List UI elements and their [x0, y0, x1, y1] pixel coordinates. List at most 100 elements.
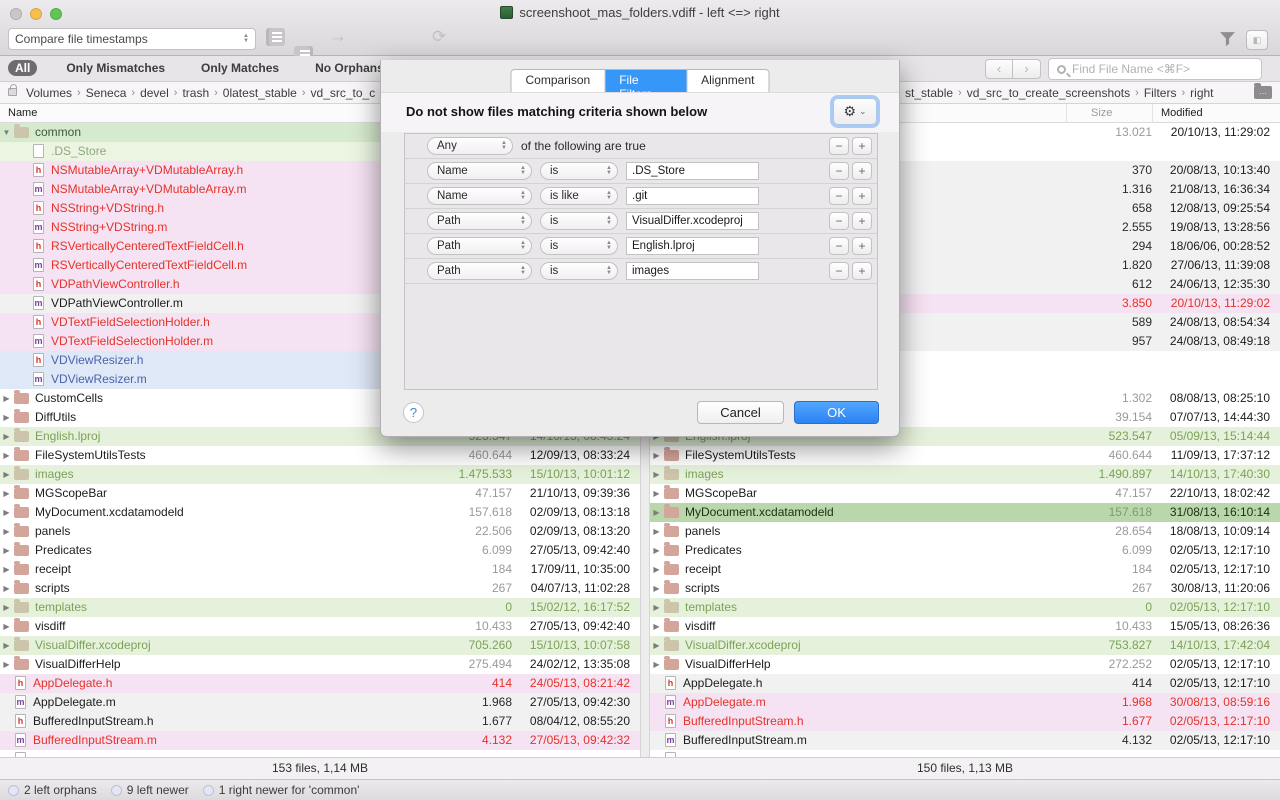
rule-operator-select[interactable]: is like▲▼: [540, 187, 618, 205]
combinator-select[interactable]: Any ▲▼: [427, 137, 513, 155]
help-button[interactable]: ?: [403, 402, 424, 423]
column-header-name[interactable]: Name: [0, 104, 436, 123]
disclosure-triangle-icon[interactable]: ▶: [650, 598, 663, 617]
file-row[interactable]: hBufferedInputStream.h1.67708/04/12, 08:…: [0, 712, 640, 731]
disclosure-triangle-icon[interactable]: ▶: [0, 446, 13, 465]
search-input[interactable]: Find File Name <⌘F>: [1048, 58, 1262, 80]
rule-operator-select[interactable]: is▲▼: [540, 162, 618, 180]
cancel-button[interactable]: Cancel: [697, 401, 784, 424]
disclosure-triangle-icon[interactable]: ▶: [650, 636, 663, 655]
compare-mode-select[interactable]: Compare file timestamps ▲▼: [8, 28, 256, 50]
file-row[interactable]: ▶MyDocument.xcdatamodeld157.61831/08/13,…: [650, 503, 1280, 522]
column-header-modified[interactable]: Modified: [1152, 104, 1270, 123]
file-row[interactable]: ▶templates015/02/12, 16:17:52: [0, 598, 640, 617]
scope-filter-all[interactable]: All: [8, 60, 37, 76]
rule-operator-select[interactable]: is▲▼: [540, 237, 618, 255]
remove-rule-button[interactable]: −: [829, 237, 849, 255]
disclosure-triangle-icon[interactable]: ▶: [650, 446, 663, 465]
refresh-icon[interactable]: ⟳: [432, 28, 446, 46]
file-row[interactable]: hAppDelegate.h41402/05/13, 12:17:10: [650, 674, 1280, 693]
disclosure-triangle-icon[interactable]: ▶: [0, 655, 13, 674]
file-row[interactable]: ▶receipt18417/09/11, 10:35:00: [0, 560, 640, 579]
file-row[interactable]: mAppDelegate.m1.96830/08/13, 08:59:16: [650, 693, 1280, 712]
file-row[interactable]: ▶receipt18402/05/13, 12:17:10: [650, 560, 1280, 579]
remove-rule-button[interactable]: −: [829, 187, 849, 205]
breadcrumb-item[interactable]: Seneca: [86, 86, 127, 100]
file-row[interactable]: mBufferedInputStream.m4.13227/05/13, 09:…: [0, 731, 640, 750]
file-row[interactable]: ▶panels28.65418/08/13, 10:09:14: [650, 522, 1280, 541]
breadcrumb-item[interactable]: vd_src_to_create_screenshots: [967, 86, 1130, 100]
remove-rule-button[interactable]: −: [829, 162, 849, 180]
breadcrumb-item[interactable]: Filters: [1144, 86, 1177, 100]
file-row[interactable]: ▶VisualDifferHelp272.25202/05/13, 12:17:…: [650, 655, 1280, 674]
filter-toggle-button[interactable]: ◧: [1246, 30, 1268, 50]
rule-field-select[interactable]: Path▲▼: [427, 262, 532, 280]
add-rule-button[interactable]: +: [852, 212, 872, 230]
breadcrumb-item[interactable]: Volumes: [26, 86, 72, 100]
breadcrumb-item[interactable]: 0latest_stable: [223, 86, 297, 100]
breadcrumb-item[interactable]: vd_src_to_c: [311, 86, 376, 100]
file-row[interactable]: ▶scripts26704/07/13, 11:02:28: [0, 579, 640, 598]
file-row[interactable]: ▶visdiff10.43315/05/13, 08:26:36: [650, 617, 1280, 636]
disclosure-triangle-icon[interactable]: ▶: [0, 484, 13, 503]
disclosure-triangle-icon[interactable]: ▶: [650, 465, 663, 484]
file-row[interactable]: [650, 750, 1280, 757]
rule-field-select[interactable]: Name▲▼: [427, 187, 532, 205]
add-rule-button[interactable]: +: [852, 187, 872, 205]
breadcrumb-item[interactable]: trash: [182, 86, 209, 100]
rule-field-select[interactable]: Name▲▼: [427, 162, 532, 180]
ok-button[interactable]: OK: [794, 401, 879, 424]
file-row[interactable]: ▶Predicates6.09902/05/13, 12:17:10: [650, 541, 1280, 560]
forward-button[interactable]: ›: [1013, 59, 1041, 79]
add-rule-button[interactable]: +: [852, 237, 872, 255]
disclosure-triangle-icon[interactable]: ▶: [0, 503, 13, 522]
disclosure-triangle-icon[interactable]: ▶: [650, 484, 663, 503]
rule-field-select[interactable]: Path▲▼: [427, 237, 532, 255]
file-row[interactable]: mAppDelegate.m1.96827/05/13, 09:42:30: [0, 693, 640, 712]
remove-rule-button[interactable]: −: [829, 137, 849, 155]
breadcrumb-item[interactable]: st_stable: [905, 86, 953, 100]
disclosure-triangle-icon[interactable]: ▶: [0, 427, 13, 446]
disclosure-triangle-icon[interactable]: ▶: [0, 541, 13, 560]
disclosure-triangle-icon[interactable]: ▶: [0, 636, 13, 655]
file-row[interactable]: [0, 750, 640, 757]
disclosure-triangle-icon[interactable]: ▶: [0, 465, 13, 484]
rule-field-select[interactable]: Path▲▼: [427, 212, 532, 230]
remove-rule-button[interactable]: −: [829, 212, 849, 230]
back-button[interactable]: ‹: [985, 59, 1013, 79]
add-rule-button[interactable]: +: [852, 262, 872, 280]
file-row[interactable]: ▶VisualDiffer.xcodeproj753.82714/10/13, …: [650, 636, 1280, 655]
breadcrumb-item[interactable]: right: [1190, 86, 1213, 100]
reveal-folder-icon[interactable]: …: [1254, 86, 1272, 99]
file-row[interactable]: ▶VisualDifferHelp275.49424/02/12, 13:35:…: [0, 655, 640, 674]
file-row[interactable]: ▶VisualDiffer.xcodeproj705.26015/10/13, …: [0, 636, 640, 655]
file-row[interactable]: ▶MGScopeBar47.15721/10/13, 09:39:36: [0, 484, 640, 503]
rule-value-input[interactable]: .DS_Store: [626, 162, 759, 180]
disclosure-triangle-icon[interactable]: ▶: [0, 598, 13, 617]
disclosure-triangle-icon[interactable]: ▶: [0, 617, 13, 636]
rule-value-input[interactable]: images: [626, 262, 759, 280]
copy-arrow-icon[interactable]: →: [328, 28, 347, 46]
add-rule-button[interactable]: +: [852, 162, 872, 180]
rule-value-input[interactable]: VisualDiffer.xcodeproj: [626, 212, 759, 230]
disclosure-triangle-icon[interactable]: ▶: [0, 560, 13, 579]
breadcrumb-item[interactable]: devel: [140, 86, 169, 100]
file-row[interactable]: ▶MyDocument.xcdatamodeld157.61802/09/13,…: [0, 503, 640, 522]
file-row[interactable]: mBufferedInputStream.m4.13202/05/13, 12:…: [650, 731, 1280, 750]
disclosure-triangle-icon[interactable]: ▼: [0, 123, 13, 142]
filter-funnel-icon[interactable]: [1219, 30, 1236, 52]
remove-rule-button[interactable]: −: [829, 262, 849, 280]
file-row[interactable]: ▶templates002/05/13, 12:17:10: [650, 598, 1280, 617]
file-row[interactable]: ▶panels22.50602/09/13, 08:13:20: [0, 522, 640, 541]
column-header-size[interactable]: Size: [1066, 104, 1152, 123]
disclosure-triangle-icon[interactable]: ▶: [650, 617, 663, 636]
rule-operator-select[interactable]: is▲▼: [540, 262, 618, 280]
file-row[interactable]: ▶images1.475.53315/10/13, 10:01:12: [0, 465, 640, 484]
file-row[interactable]: hBufferedInputStream.h1.67702/05/13, 12:…: [650, 712, 1280, 731]
disclosure-triangle-icon[interactable]: ▶: [650, 655, 663, 674]
file-row[interactable]: hAppDelegate.h41424/05/13, 08:21:42: [0, 674, 640, 693]
add-rule-button[interactable]: +: [852, 137, 872, 155]
gear-menu-button[interactable]: ⚙ ⌄: [833, 98, 877, 125]
rule-value-input[interactable]: English.lproj: [626, 237, 759, 255]
file-row[interactable]: ▶FileSystemUtilsTests460.64411/09/13, 17…: [650, 446, 1280, 465]
